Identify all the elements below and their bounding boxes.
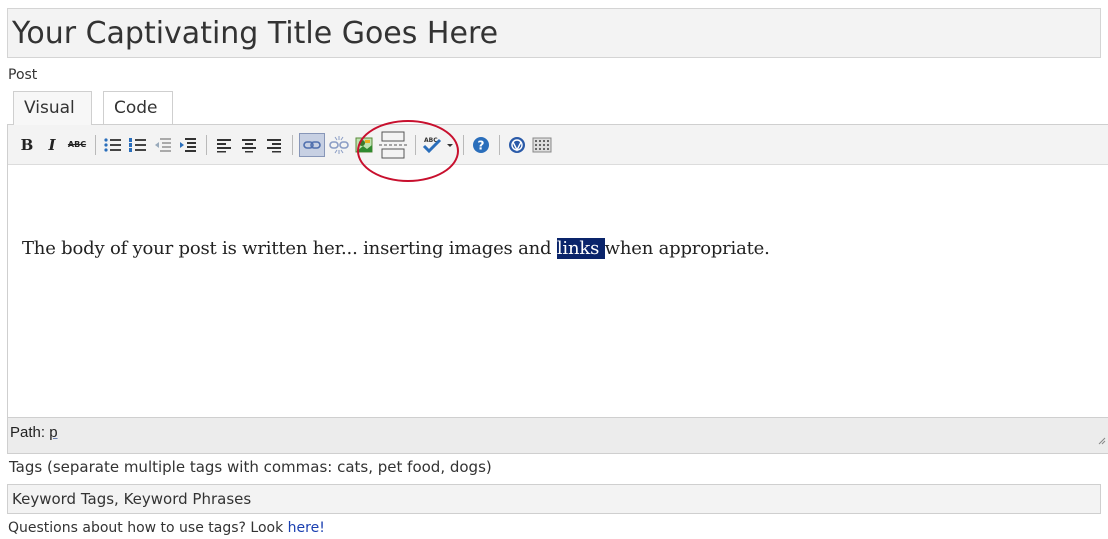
toolbar-separator <box>499 134 500 155</box>
strikethrough-icon[interactable]: ABC <box>66 134 88 156</box>
post-body-before: The body of your post is written her... … <box>22 238 557 259</box>
insert-image-icon[interactable] <box>353 134 375 156</box>
color-grid-icon[interactable] <box>531 134 553 156</box>
tab-visual[interactable]: Visual <box>13 91 92 125</box>
svg-text:?: ? <box>478 138 485 152</box>
tags-help-text: Questions about how to use tags? Look he… <box>8 520 325 536</box>
post-editor: B I ABC ABC ? The body of your post is w… <box>7 124 1108 454</box>
link-icon[interactable] <box>299 132 325 157</box>
post-body-text[interactable]: The body of your post is written her... … <box>22 238 770 259</box>
toolbar-separator <box>415 134 416 155</box>
align-center-icon[interactable] <box>238 134 260 156</box>
path-label: Path: <box>10 424 50 441</box>
tags-help-link[interactable]: here! <box>288 520 325 536</box>
align-right-icon[interactable] <box>263 134 285 156</box>
indent-icon[interactable] <box>177 134 199 156</box>
bold-icon[interactable]: B <box>16 134 38 156</box>
toolbar-separator <box>95 134 96 155</box>
resize-handle-icon[interactable] <box>1096 432 1106 449</box>
toolbar-separator <box>206 134 207 155</box>
tab-code[interactable]: Code <box>103 91 173 124</box>
more-tag-icon[interactable] <box>378 130 408 160</box>
editor-toolbar: B I ABC ABC ? <box>8 125 1108 165</box>
path-bar: Path: p <box>8 417 1108 453</box>
path-element-p[interactable]: p <box>49 424 57 441</box>
post-title-input[interactable] <box>7 8 1101 58</box>
tags-input[interactable] <box>7 484 1101 514</box>
unlink-icon[interactable] <box>328 134 350 156</box>
spellcheck-icon[interactable]: ABC <box>422 134 456 156</box>
post-body-after: when appropriate. <box>604 238 770 259</box>
italic-icon[interactable]: I <box>41 134 63 156</box>
align-left-icon[interactable] <box>213 134 235 156</box>
tags-label: Tags (separate multiple tags with commas… <box>9 458 492 476</box>
selected-text[interactable]: links <box>556 238 605 259</box>
editor-content[interactable]: The body of your post is written her... … <box>8 165 1108 417</box>
toolbar-separator <box>463 134 464 155</box>
outdent-icon[interactable] <box>152 134 174 156</box>
wordpress-icon[interactable] <box>506 134 528 156</box>
tags-help-question: Questions about how to use tags? Look <box>8 520 288 536</box>
toolbar-separator <box>292 134 293 155</box>
bullet-list-icon[interactable] <box>102 134 124 156</box>
help-icon[interactable]: ? <box>470 134 492 156</box>
numbered-list-icon[interactable] <box>127 134 149 156</box>
post-label: Post <box>8 67 38 83</box>
